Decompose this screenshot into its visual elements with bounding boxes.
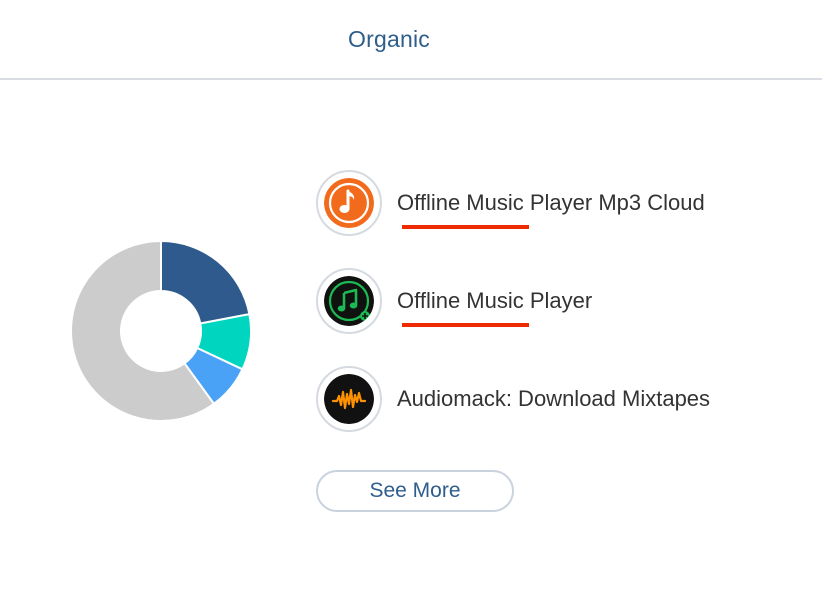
see-more-button[interactable]: See More (316, 470, 514, 512)
app-name[interactable]: Audiomack: Download Mixtapes (397, 386, 710, 412)
app-icon-frame (316, 366, 382, 432)
app-row-audiomack[interactable]: Audiomack: Download Mixtapes (316, 366, 796, 436)
donut-chart (70, 239, 252, 422)
page-title: Organic (348, 26, 430, 52)
header: Organic (0, 0, 822, 80)
app-name[interactable]: Offline Music Player Mp3 Cloud (397, 190, 705, 216)
app-row-offline-music-player[interactable]: Offline Music Player (316, 268, 796, 338)
donut-slice-1 (160, 239, 251, 325)
music-notes-icon (324, 276, 374, 326)
app-row-offline-music-player-mp3-cloud[interactable]: Offline Music Player Mp3 Cloud (316, 170, 796, 240)
app-icon-frame (316, 170, 382, 236)
app-name[interactable]: Offline Music Player (397, 288, 592, 314)
app-icon-frame (316, 268, 382, 334)
audiomack-wave-icon (324, 374, 374, 424)
music-note-icon (324, 178, 374, 228)
highlight-underline (402, 323, 529, 327)
highlight-underline (402, 225, 529, 229)
